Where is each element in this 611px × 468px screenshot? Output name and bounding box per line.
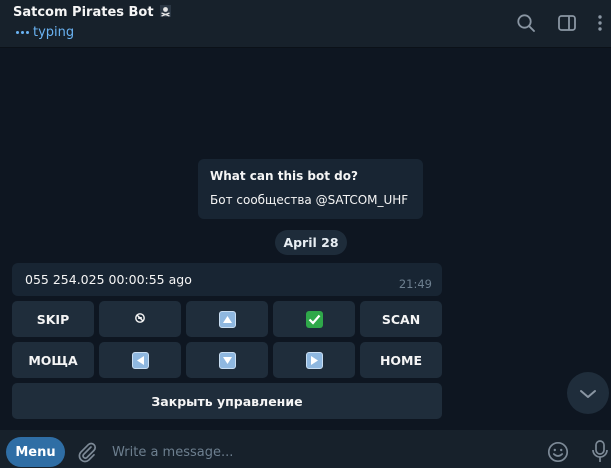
bot-intro-bubble: What can this bot do? Бот сообщества @SA… (198, 159, 423, 219)
intro-title: What can this bot do? (210, 169, 358, 183)
arrow-down-icon (218, 351, 236, 369)
message-input[interactable] (112, 442, 512, 462)
paperclip-icon[interactable] (75, 440, 99, 464)
title-row[interactable]: Satcom Pirates Bot (13, 5, 171, 20)
up-button[interactable] (186, 301, 268, 337)
message-time: 21:49 (398, 277, 432, 291)
mute-button[interactable] (99, 301, 181, 337)
more-vertical-icon[interactable] (593, 12, 607, 34)
left-button[interactable] (99, 342, 181, 378)
power-button-label: МОЩА (28, 352, 78, 368)
confirm-button[interactable] (273, 301, 355, 337)
message-bubble[interactable]: 055 254.025 00:00:55 ago 21:49 (12, 263, 442, 296)
emoji-icon[interactable] (546, 440, 570, 464)
mute-icon (134, 312, 146, 327)
message-text: 055 254.025 00:00:55 ago (25, 272, 192, 287)
search-icon[interactable] (515, 12, 537, 34)
down-button[interactable] (186, 342, 268, 378)
chat-title[interactable]: Satcom Pirates Bot (13, 5, 154, 20)
check-mark-icon (305, 310, 323, 328)
close-controls-button[interactable]: Закрыть управление (12, 383, 442, 419)
sidebar-toggle-icon[interactable] (556, 12, 578, 34)
scan-button[interactable]: SCAN (360, 301, 442, 337)
pirate-flag-icon (159, 5, 171, 20)
right-button[interactable] (273, 342, 355, 378)
power-button[interactable]: МОЩА (12, 342, 94, 378)
close-controls-label: Закрыть управление (151, 393, 303, 409)
status-text: typing (33, 25, 75, 40)
scroll-down-button[interactable] (567, 372, 609, 414)
scan-button-label: SCAN (381, 311, 421, 327)
skip-button[interactable]: SKIP (12, 301, 94, 337)
home-button-label: HOME (379, 352, 423, 368)
intro-text: Бот сообщества @SATCOM_UHF (210, 193, 409, 207)
arrow-up-icon (218, 310, 236, 328)
home-button[interactable]: HOME (360, 342, 442, 378)
typing-status: typing (16, 25, 74, 40)
arrow-right-icon (305, 351, 323, 369)
composer-bar: Menu (0, 430, 611, 468)
microphone-icon[interactable] (590, 439, 610, 465)
typing-dots-icon (16, 31, 29, 34)
date-separator: April 28 (275, 230, 347, 255)
skip-button-label: SKIP (36, 311, 70, 327)
chat-header: Satcom Pirates Bot typing (0, 0, 611, 48)
arrow-left-icon (131, 351, 149, 369)
chevron-down-icon (579, 384, 597, 403)
menu-button[interactable]: Menu (6, 437, 65, 467)
